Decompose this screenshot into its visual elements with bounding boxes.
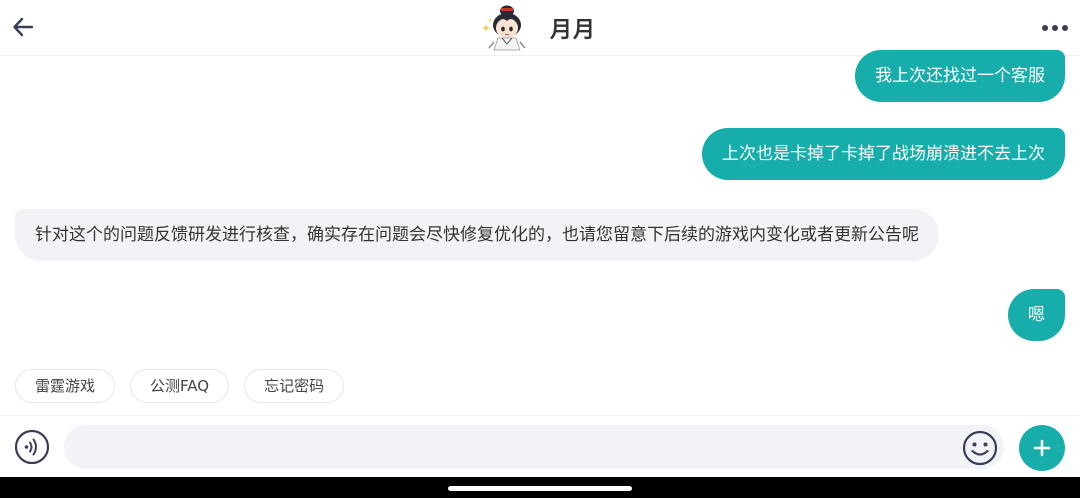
header-title-group: 月月 [480, 4, 596, 52]
back-button[interactable] [8, 12, 38, 42]
page-title: 月月 [550, 18, 597, 43]
user-message-bubble[interactable]: 我上次还找过一个客服 [855, 50, 1065, 102]
chibi-character-avatar-icon [482, 5, 526, 51]
system-navigation-bar [0, 477, 1080, 498]
chat-header: 月月 [0, 0, 1080, 56]
quick-reply-chip[interactable]: 公测FAQ [130, 369, 230, 403]
emoji-button[interactable] [962, 430, 998, 466]
smiley-face-icon [962, 430, 998, 466]
add-attachment-button[interactable] [1019, 425, 1065, 471]
arrow-left-icon [13, 17, 34, 37]
bot-message-bubble[interactable]: 针对这个的问题反馈研发进行核查，确实存在问题会尽快修复优化的，也请您留意下后续的… [15, 209, 939, 261]
message-input-bar [0, 415, 1080, 478]
plus-icon [1033, 439, 1051, 457]
message-list[interactable]: 我上次还找过一个客服 上次也是卡掉了卡掉了战场崩溃进不去上次 针对这个的问题反馈… [0, 50, 1080, 356]
quick-reply-chip[interactable]: 雷霆游戏 [15, 369, 116, 403]
voice-input-icon [14, 429, 50, 465]
user-message-bubble[interactable]: 上次也是卡掉了卡掉了战场崩溃进不去上次 [702, 128, 1065, 180]
user-message-bubble[interactable]: 嗯 [1008, 289, 1065, 341]
home-indicator[interactable] [448, 486, 632, 491]
message-input[interactable] [64, 425, 1004, 469]
more-horizontal-icon [1042, 25, 1068, 31]
quick-reply-bar: 雷霆游戏 公测FAQ 忘记密码 [15, 369, 345, 403]
quick-reply-chip[interactable]: 忘记密码 [244, 369, 345, 403]
more-options-button[interactable] [1040, 14, 1070, 42]
voice-input-button[interactable] [14, 429, 50, 465]
avatar[interactable] [480, 4, 532, 52]
